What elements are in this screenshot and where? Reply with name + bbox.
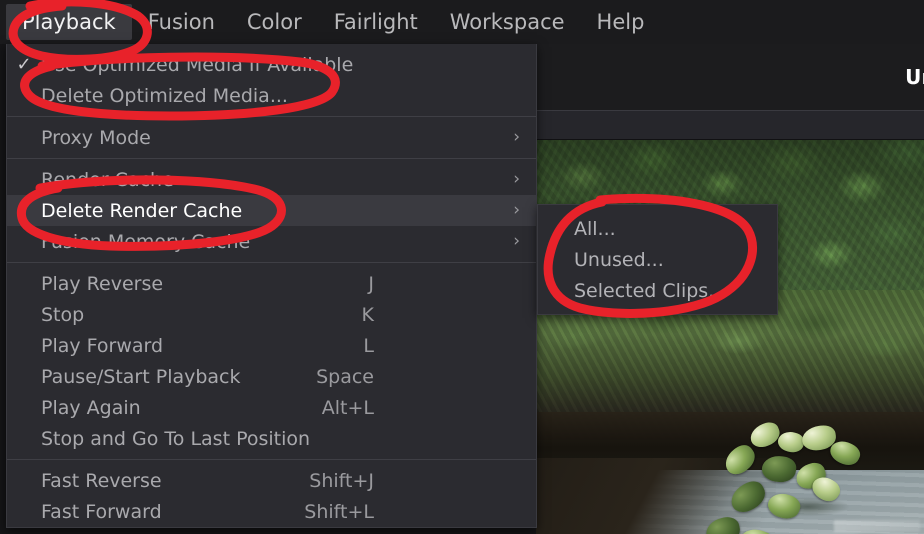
menu-bar: Playback Fusion Color Fairlight Workspac… bbox=[0, 0, 924, 44]
menubar-item-help[interactable]: Help bbox=[581, 4, 661, 40]
video-viewer bbox=[536, 140, 924, 534]
chevron-right-icon: › bbox=[513, 127, 520, 147]
submenu-item-selected-clips[interactable]: Selected Clips... bbox=[538, 275, 777, 306]
menu-separator bbox=[7, 116, 536, 117]
page-title: Untitled Pr bbox=[905, 65, 924, 89]
menu-item-label: Delete Render Cache bbox=[41, 199, 243, 222]
menubar-item-playback[interactable]: Playback bbox=[6, 4, 132, 40]
menu-item-shortcut: Shift+L bbox=[304, 500, 374, 523]
menu-item-stop[interactable]: Stop K bbox=[7, 299, 536, 330]
menu-item-shortcut: K bbox=[361, 303, 374, 326]
delete-render-cache-submenu: All... Unused... Selected Clips... bbox=[537, 204, 778, 315]
chevron-right-icon: › bbox=[513, 169, 520, 189]
menu-item-stop-and-go-to-last-position[interactable]: Stop and Go To Last Position bbox=[7, 423, 536, 454]
menu-item-shortcut: Alt+L bbox=[321, 396, 374, 419]
menu-item-play-again[interactable]: Play Again Alt+L bbox=[7, 392, 536, 423]
menu-item-shortcut: J bbox=[368, 272, 374, 295]
video-watermark bbox=[834, 520, 920, 532]
foreground-branch bbox=[703, 419, 896, 534]
menubar-item-fusion[interactable]: Fusion bbox=[132, 4, 231, 40]
menu-separator bbox=[7, 262, 536, 263]
chevron-right-icon: › bbox=[513, 200, 520, 220]
menu-item-play-reverse[interactable]: Play Reverse J bbox=[7, 268, 536, 299]
menu-item-play-forward[interactable]: Play Forward L bbox=[7, 330, 536, 361]
davinci-resolve-window: Untitled Pr Timeli Playback Fusion Color… bbox=[0, 0, 924, 534]
menu-item-shortcut: L bbox=[363, 334, 374, 357]
submenu-item-all[interactable]: All... bbox=[538, 213, 777, 244]
menu-separator bbox=[7, 459, 536, 460]
menu-item-label: Play Again bbox=[41, 396, 141, 419]
timeline-bar: Timeli bbox=[536, 110, 924, 140]
menubar-item-workspace[interactable]: Workspace bbox=[434, 4, 581, 40]
menu-item-label: Stop and Go To Last Position bbox=[41, 427, 311, 450]
menu-item-label: Play Forward bbox=[41, 334, 164, 357]
menu-item-fast-reverse[interactable]: Fast Reverse Shift+J bbox=[7, 465, 536, 496]
menu-separator bbox=[7, 158, 536, 159]
menu-item-label: Fast Reverse bbox=[41, 469, 162, 492]
menu-item-label: Pause/Start Playback bbox=[41, 365, 241, 388]
menu-item-label: Proxy Mode bbox=[41, 126, 151, 149]
menubar-item-color[interactable]: Color bbox=[231, 4, 318, 40]
playback-dropdown-menu: ✓ Use Optimized Media If Available Delet… bbox=[6, 44, 537, 528]
menu-item-delete-optimized-media[interactable]: Delete Optimized Media... bbox=[7, 80, 536, 111]
menu-item-fast-forward[interactable]: Fast Forward Shift+L bbox=[7, 496, 536, 527]
menu-item-label: Delete Optimized Media... bbox=[41, 84, 288, 107]
submenu-item-unused[interactable]: Unused... bbox=[538, 244, 777, 275]
menu-item-proxy-mode[interactable]: Proxy Mode › bbox=[7, 122, 536, 153]
menu-item-label: Fusion Memory Cache bbox=[41, 230, 251, 253]
menu-item-label: Use Optimized Media If Available bbox=[41, 53, 354, 76]
menu-item-label: Play Reverse bbox=[41, 272, 164, 295]
menu-item-label: Render Cache bbox=[41, 168, 174, 191]
project-titlebar: Untitled Pr bbox=[536, 44, 924, 110]
menu-item-shortcut: Space bbox=[316, 365, 374, 388]
checkmark-icon: ✓ bbox=[16, 54, 32, 75]
menu-item-shortcut: Shift+J bbox=[309, 469, 374, 492]
menu-item-label: Stop bbox=[41, 303, 85, 326]
menu-item-use-optimized-media[interactable]: ✓ Use Optimized Media If Available bbox=[7, 49, 536, 80]
menu-item-fusion-memory-cache[interactable]: Fusion Memory Cache › bbox=[7, 226, 536, 257]
menu-item-label: Fast Forward bbox=[41, 500, 162, 523]
menu-item-delete-render-cache[interactable]: Delete Render Cache › bbox=[7, 195, 536, 226]
menu-item-render-cache[interactable]: Render Cache › bbox=[7, 164, 536, 195]
menubar-item-fairlight[interactable]: Fairlight bbox=[318, 4, 434, 40]
chevron-right-icon: › bbox=[513, 231, 520, 251]
menu-item-pause-start-playback[interactable]: Pause/Start Playback Space bbox=[7, 361, 536, 392]
